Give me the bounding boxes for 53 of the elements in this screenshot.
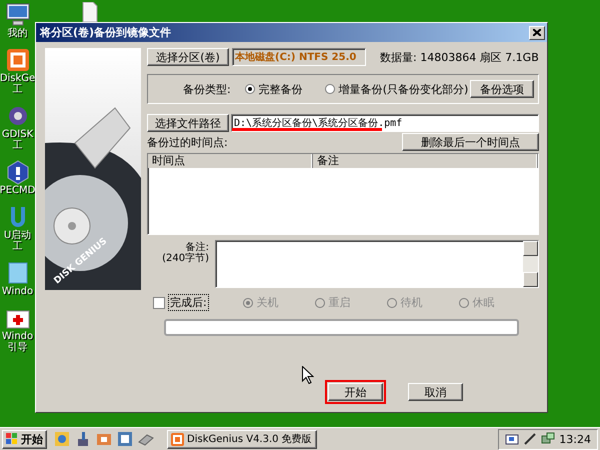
close-icon: [533, 29, 541, 36]
desktop-icon-label: 引导: [8, 342, 28, 353]
delete-last-button[interactable]: 删除最后一个时间点: [402, 133, 539, 151]
window-title: 将分区(卷)备份到镜像文件: [40, 25, 172, 40]
radio-label: 休眠: [472, 295, 495, 310]
desktop-icon-label: 工: [12, 241, 22, 252]
windows-logo-icon: [6, 433, 18, 445]
checkbox[interactable]: [153, 296, 165, 308]
column-header[interactable]: 备注: [313, 154, 538, 168]
note-label: 备注:: [186, 242, 209, 253]
note-hint: (240字节): [162, 253, 209, 264]
select-path-button[interactable]: 选择文件路径: [147, 114, 229, 132]
network-icon[interactable]: [541, 432, 556, 446]
app-icon: [171, 432, 184, 446]
radio-label: 增量备份(只备份变化部分): [338, 82, 468, 96]
desktop-icon-label: PECMD: [0, 185, 36, 196]
note-field[interactable]: [215, 240, 539, 288]
data-size-text: 数据量: 14803864 扇区 7.1GB: [380, 50, 539, 64]
desktop-icon-label: U启动: [4, 230, 32, 241]
clock: 13:24: [559, 432, 591, 446]
quick-launch-icon[interactable]: [116, 430, 134, 448]
taskbar-task[interactable]: DiskGenius V4.3.0 免费版: [167, 430, 317, 448]
partition-field: 本地磁盘(C:) NTFS 25.0: [232, 48, 366, 66]
close-button[interactable]: [529, 26, 545, 40]
radio-label: 待机: [400, 295, 423, 310]
radio-button[interactable]: [244, 84, 255, 94]
mouse-pointer-icon: [302, 366, 314, 384]
desktop-icon-label: DiskGe: [0, 73, 36, 84]
start-button[interactable]: 开始: [2, 430, 47, 448]
select-partition-button[interactable]: 选择分区(卷): [147, 48, 229, 66]
timepoints-label: 备份过的时间点:: [147, 134, 228, 150]
dialog-button[interactable]: 开始: [328, 383, 383, 401]
radio-label: 关机: [256, 295, 279, 310]
desktop-icon-label: Windo: [2, 286, 34, 297]
radio-label: 完整备份: [258, 82, 303, 96]
desktop-icon-label: Windo: [2, 331, 34, 342]
checkbox-label: 完成后:: [168, 294, 209, 311]
dialog-button[interactable]: 取消: [408, 383, 463, 401]
desktop-icon-label: GDISK: [2, 129, 34, 140]
quick-launch-icon[interactable]: [53, 430, 71, 448]
keyboard-icon[interactable]: [505, 432, 520, 446]
radio-button[interactable]: [324, 84, 335, 94]
backup-type-label: 备份类型:: [183, 82, 231, 96]
desktop-icon-label: 我的: [8, 28, 28, 39]
column-header[interactable]: 时间点: [148, 154, 313, 168]
desktop-icon-label: 工: [12, 140, 22, 151]
desktop-icon[interactable]: [4, 2, 32, 28]
pen-icon[interactable]: [523, 432, 538, 446]
backup-options-button[interactable]: 备份选项: [470, 80, 534, 98]
scrollbar[interactable]: [523, 241, 538, 287]
desktop-icon-label: 工: [12, 84, 22, 95]
path-field[interactable]: D:\系统分区备份\系统分区备份.pmf: [231, 114, 539, 132]
radio-label: 重启: [328, 295, 351, 310]
